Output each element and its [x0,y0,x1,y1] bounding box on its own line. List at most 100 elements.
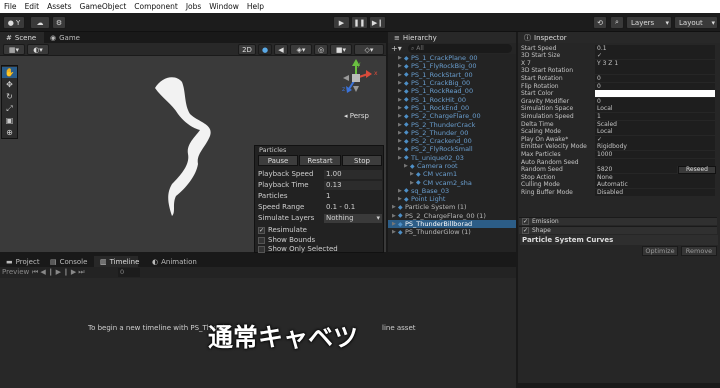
menu-window[interactable]: Window [205,2,243,11]
hierarchy-search-input[interactable]: ⌕ All [408,44,512,53]
hidden-objects-toggle[interactable]: ◎ [314,44,328,55]
tab-scene[interactable]: # Scene [0,32,44,43]
playback-speed-field[interactable]: 1.00 [324,169,382,179]
hierarchy-item[interactable]: ▶ ◆ PS_1_RockStart_00 [388,71,516,79]
gizmos-dropdown[interactable]: ◇▾ [354,44,384,55]
optimize-button[interactable]: Optimize [642,246,678,256]
inspector-row-value[interactable] [595,158,715,166]
layout-dropdown[interactable]: Layout ▾ [674,16,718,29]
menu-gameobject[interactable]: GameObject [76,2,131,11]
check-icon[interactable]: ✓ [522,218,529,225]
reseed-button[interactable]: Reseed [678,165,716,174]
collab-button[interactable]: ⚙ [52,16,66,29]
hierarchy-item[interactable]: ▶ ◆ Particle System (1) [388,203,516,211]
hierarchy-item[interactable]: ▶ ◆ TL_unique02_03 [388,154,516,162]
scale-tool[interactable]: ⤢ [2,103,17,114]
hierarchy-item[interactable]: ▶ ◆ PS_2_ChargeFlare_00 (1) [388,212,516,220]
hierarchy-item[interactable]: ▶ ◆ PS_ThunderGlow (1) [388,228,516,236]
frame-field[interactable]: 0 [118,268,140,277]
hand-tool[interactable]: ✋ [2,67,17,78]
show-only-selected-checkbox[interactable]: Show Only Selected [258,244,382,254]
layers-dropdown[interactable]: Layers ▾ [626,16,672,29]
projection-label[interactable]: ◂ Persp [344,112,369,120]
restart-particles-button[interactable]: Restart [299,155,341,166]
stop-particles-button[interactable]: Stop [342,155,382,166]
2d-toggle[interactable]: 2D [238,44,256,55]
cloud-button[interactable]: ☁ [30,16,50,29]
preview-toggle[interactable]: Preview [2,268,29,276]
curves-title[interactable]: Particle System Curves [520,235,718,245]
transform-tool[interactable]: ⊕ [2,127,17,138]
simulate-layers-dropdown[interactable]: Nothing ▾ [324,213,382,223]
rect-tool[interactable]: ▣ [2,115,17,126]
hierarchy-item[interactable]: ▶ ◆ PS_1_CrackPlane_00 [388,54,516,62]
inspector-row-value[interactable]: Rigidbody [595,143,715,151]
tab-hierarchy[interactable]: ≡ Hierarchy [388,32,448,43]
menu-component[interactable]: Component [130,2,182,11]
hierarchy-item[interactable]: ▶ ◆ PS_2_Thunder_00 [388,129,516,137]
history-button[interactable]: ⟲ [593,16,607,29]
hierarchy-item[interactable]: ▶ ◆ PS_2_ThunderCrack [388,120,516,129]
inspector-row-value[interactable]: 1000 [595,150,715,158]
hierarchy-item[interactable]: ▶ ◆ Point Light [388,195,516,203]
hierarchy-item[interactable]: ▶ ◆ PS_2_ChargeFlare_00 [388,112,516,120]
inspector-row-value[interactable]: 1 [595,112,715,120]
draw-mode-dropdown[interactable]: ▦▾ [3,44,25,55]
inspector-row-value[interactable]: Disabled [595,188,715,196]
menu-assets[interactable]: Assets [43,2,75,11]
menu-edit[interactable]: Edit [21,2,44,11]
resimulate-checkbox[interactable]: ✓ Resimulate [258,225,382,235]
inspector-row-value[interactable]: Local [595,128,715,136]
hierarchy-item[interactable]: ▶ ◆ Camera root [388,162,516,170]
menu-file[interactable]: File [0,2,21,11]
tab-project[interactable]: ▬ Project [0,256,40,267]
hierarchy-item[interactable]: ▶ ◆ CM vcam2_sha [388,178,516,187]
tab-console[interactable]: ▤ Console [44,256,87,267]
inspector-row-value[interactable]: 0 [595,82,715,90]
inspector-row-value[interactable]: 5820 [595,166,677,174]
audio-toggle[interactable]: ◀ [274,44,288,55]
effects-dropdown[interactable]: ◈▾ [290,44,312,55]
hierarchy-item[interactable]: ▶ ◆ PS_2_FlyRockSmall [388,145,516,153]
module-shape[interactable]: ✓ Shape [519,226,717,234]
inspector-row-value[interactable] [595,67,715,75]
timeline-playback-controls[interactable]: ⏮◀❙▶❙▶⏭ [32,268,87,277]
inspector-row-value[interactable] [595,90,715,98]
menu-jobs[interactable]: Jobs [182,2,205,11]
account-dropdown[interactable]: ● Y [3,16,25,29]
search-button[interactable]: ⌕ [610,16,624,29]
hierarchy-item[interactable]: ▶ ◆ PS_1_CrackBig_00 [388,79,516,87]
play-button[interactable]: ▶ [333,16,350,29]
check-icon[interactable]: ✓ [522,227,529,234]
hierarchy-item[interactable]: ▶ ◆ PS_1_RockEnd_00 [388,104,516,112]
pause-button[interactable]: ❚❚ [351,16,368,29]
inspector-row-value[interactable]: 0 [595,97,715,105]
menu-help[interactable]: Help [243,2,268,11]
inspector-row-value[interactable]: Scaled [595,120,715,128]
tab-animation[interactable]: ◐ Animation [146,256,197,267]
move-tool[interactable]: ✥ [2,79,17,90]
hierarchy-item[interactable]: ▶ ◆ PS_1_RockHit_00 [388,95,516,104]
create-button[interactable]: +▾ [391,44,402,53]
tab-timeline[interactable]: ▥ Timeline [94,256,139,267]
remove-button[interactable]: Remove [681,246,717,256]
module-emission[interactable]: ✓ Emission [519,217,717,225]
inspector-row-value[interactable]: 0.1 [595,44,715,52]
inspector-row-value[interactable]: ✓ [595,52,715,60]
camera-settings[interactable]: ■▾ [330,44,352,55]
hierarchy-item[interactable]: ▶ ◆ PS_1_FlyRockBig_00 [388,62,516,70]
tab-inspector[interactable]: ⓘ Inspector [518,32,574,43]
step-button[interactable]: ▶❙ [369,16,386,29]
playback-time-field[interactable]: 0.13 [324,180,382,190]
inspector-row-value[interactable]: Automatic [595,181,715,189]
inspector-row-value[interactable]: ✓ [595,135,715,143]
hierarchy-item[interactable]: ▶ ◆ CM vcam1 [388,170,516,178]
render-mode-dropdown[interactable]: ◐▾ [27,44,49,55]
hierarchy-item[interactable]: ▶ ◆ PS_1_RockRead_00 [388,87,516,95]
hierarchy-item[interactable]: ▶ ◆ PS_2_Crackend_00 [388,137,516,145]
pause-particles-button[interactable]: Pause [258,155,298,166]
tab-game[interactable]: ◉ Game [44,32,84,43]
hierarchy-item[interactable]: ▶ ◆ sq_Base_03 [388,187,516,195]
lighting-toggle[interactable]: ● [258,44,272,55]
inspector-row-value[interactable]: 0 [595,74,715,82]
